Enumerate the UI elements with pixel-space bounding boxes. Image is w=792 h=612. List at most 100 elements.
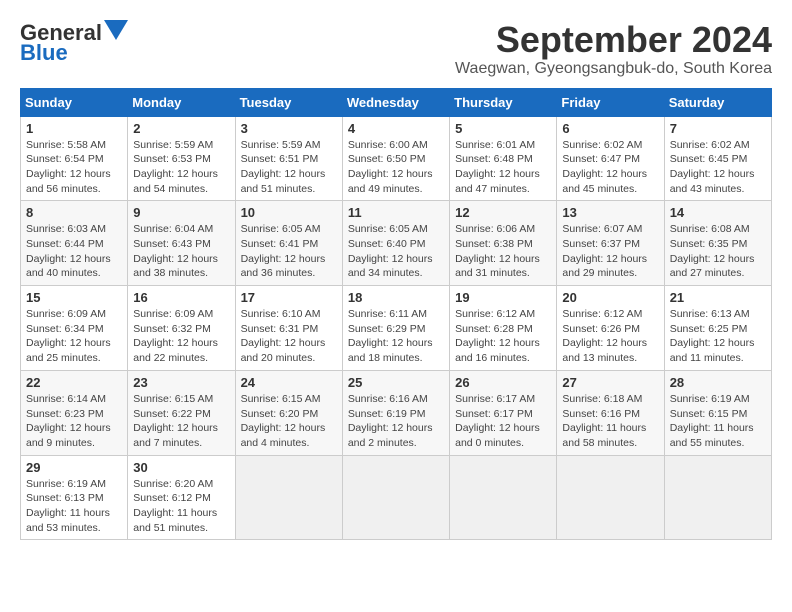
calendar-day-cell: 15Sunrise: 6:09 AM Sunset: 6:34 PM Dayli… (21, 286, 128, 371)
calendar-day-cell (557, 455, 664, 540)
day-detail: Sunrise: 6:02 AM Sunset: 6:47 PM Dayligh… (562, 138, 658, 197)
page-subtitle: Waegwan, Gyeongsangbuk-do, South Korea (455, 60, 772, 78)
day-detail: Sunrise: 5:59 AM Sunset: 6:53 PM Dayligh… (133, 138, 229, 197)
day-number: 20 (562, 290, 658, 305)
calendar-day-cell: 29 Sunrise: 6:19 AM Sunset: 6:13 PM Dayli… (21, 455, 128, 540)
calendar-week-row: 1 Sunrise: 5:58 AM Sunset: 6:54 PM Daylig… (21, 116, 772, 201)
calendar-header-friday: Friday (557, 88, 664, 116)
calendar-header-thursday: Thursday (450, 88, 557, 116)
day-number: 10 (241, 205, 337, 220)
calendar-header-tuesday: Tuesday (235, 88, 342, 116)
day-detail: Sunrise: 5:59 AM Sunset: 6:51 PM Dayligh… (241, 138, 337, 197)
calendar-day-cell: 26Sunrise: 6:17 AM Sunset: 6:17 PM Dayli… (450, 370, 557, 455)
day-detail: Sunrise: 6:04 AM Sunset: 6:43 PM Dayligh… (133, 222, 229, 281)
day-number: 14 (670, 205, 766, 220)
calendar-day-cell: 1 Sunrise: 5:58 AM Sunset: 6:54 PM Daylig… (21, 116, 128, 201)
calendar-day-cell: 16Sunrise: 6:09 AM Sunset: 6:32 PM Dayli… (128, 286, 235, 371)
day-detail: Sunrise: 6:03 AM Sunset: 6:44 PM Dayligh… (26, 222, 122, 281)
day-detail: Sunrise: 6:11 AM Sunset: 6:29 PM Dayligh… (348, 307, 444, 366)
calendar-day-cell (664, 455, 771, 540)
day-number: 12 (455, 205, 551, 220)
calendar-day-cell (450, 455, 557, 540)
logo-arrow-icon (104, 20, 128, 40)
calendar-header-row: SundayMondayTuesdayWednesdayThursdayFrid… (21, 88, 772, 116)
day-detail: Sunrise: 6:00 AM Sunset: 6:50 PM Dayligh… (348, 138, 444, 197)
day-detail: Sunrise: 6:19 AM Sunset: 6:13 PM Dayligh… (26, 477, 122, 536)
calendar-week-row: 29 Sunrise: 6:19 AM Sunset: 6:13 PM Dayli… (21, 455, 772, 540)
day-number: 11 (348, 205, 444, 220)
day-detail: Sunrise: 6:05 AM Sunset: 6:41 PM Dayligh… (241, 222, 337, 281)
day-detail: Sunrise: 6:07 AM Sunset: 6:37 PM Dayligh… (562, 222, 658, 281)
calendar-day-cell (342, 455, 449, 540)
day-number: 30 (133, 460, 229, 475)
calendar-header-monday: Monday (128, 88, 235, 116)
calendar-day-cell: 21 Sunrise: 6:13 AM Sunset: 6:25 PM Dayli… (664, 286, 771, 371)
title-block: September 2024 Waegwan, Gyeongsangbuk-do… (455, 20, 772, 78)
calendar-day-cell: 18 Sunrise: 6:11 AM Sunset: 6:29 PM Dayli… (342, 286, 449, 371)
day-detail: Sunrise: 6:15 AM Sunset: 6:22 PM Dayligh… (133, 392, 229, 451)
day-number: 21 (670, 290, 766, 305)
calendar-day-cell: 30 Sunrise: 6:20 AM Sunset: 6:12 PM Dayli… (128, 455, 235, 540)
calendar-day-cell: 25 Sunrise: 6:16 AM Sunset: 6:19 PM Dayli… (342, 370, 449, 455)
day-number: 13 (562, 205, 658, 220)
day-number: 2 (133, 121, 229, 136)
day-detail: Sunrise: 6:16 AM Sunset: 6:19 PM Dayligh… (348, 392, 444, 451)
calendar-day-cell: 11 Sunrise: 6:05 AM Sunset: 6:40 PM Dayli… (342, 201, 449, 286)
calendar-header-wednesday: Wednesday (342, 88, 449, 116)
calendar-day-cell: 12 Sunrise: 6:06 AM Sunset: 6:38 PM Dayli… (450, 201, 557, 286)
calendar-day-cell: 24Sunrise: 6:15 AM Sunset: 6:20 PM Dayli… (235, 370, 342, 455)
day-detail: Sunrise: 6:19 AM Sunset: 6:15 PM Dayligh… (670, 392, 766, 451)
calendar-table: SundayMondayTuesdayWednesdayThursdayFrid… (20, 88, 772, 541)
day-detail: Sunrise: 6:20 AM Sunset: 6:12 PM Dayligh… (133, 477, 229, 536)
page-title: September 2024 (455, 20, 772, 60)
day-detail: Sunrise: 6:15 AM Sunset: 6:20 PM Dayligh… (241, 392, 337, 451)
calendar-day-cell: 10 Sunrise: 6:05 AM Sunset: 6:41 PM Dayli… (235, 201, 342, 286)
day-detail: Sunrise: 6:12 AM Sunset: 6:26 PM Dayligh… (562, 307, 658, 366)
calendar-day-cell: 4 Sunrise: 6:00 AM Sunset: 6:50 PM Daylig… (342, 116, 449, 201)
calendar-day-cell: 9 Sunrise: 6:04 AM Sunset: 6:43 PM Daylig… (128, 201, 235, 286)
calendar-day-cell: 13 Sunrise: 6:07 AM Sunset: 6:37 PM Dayli… (557, 201, 664, 286)
calendar-day-cell: 6 Sunrise: 6:02 AM Sunset: 6:47 PM Daylig… (557, 116, 664, 201)
day-number: 6 (562, 121, 658, 136)
day-number: 16 (133, 290, 229, 305)
day-number: 22 (26, 375, 122, 390)
calendar-day-cell: 22 Sunrise: 6:14 AM Sunset: 6:23 PM Dayli… (21, 370, 128, 455)
calendar-day-cell: 2 Sunrise: 5:59 AM Sunset: 6:53 PM Daylig… (128, 116, 235, 201)
day-number: 18 (348, 290, 444, 305)
calendar-week-row: 15Sunrise: 6:09 AM Sunset: 6:34 PM Dayli… (21, 286, 772, 371)
day-number: 25 (348, 375, 444, 390)
calendar-header-saturday: Saturday (664, 88, 771, 116)
day-detail: Sunrise: 6:14 AM Sunset: 6:23 PM Dayligh… (26, 392, 122, 451)
calendar-day-cell: 3 Sunrise: 5:59 AM Sunset: 6:51 PM Daylig… (235, 116, 342, 201)
calendar-day-cell: 23Sunrise: 6:15 AM Sunset: 6:22 PM Dayli… (128, 370, 235, 455)
day-number: 1 (26, 121, 122, 136)
calendar-week-row: 22 Sunrise: 6:14 AM Sunset: 6:23 PM Dayli… (21, 370, 772, 455)
calendar-day-cell: 7Sunrise: 6:02 AM Sunset: 6:45 PM Daylig… (664, 116, 771, 201)
day-number: 9 (133, 205, 229, 220)
day-number: 4 (348, 121, 444, 136)
calendar-day-cell: 5Sunrise: 6:01 AM Sunset: 6:48 PM Daylig… (450, 116, 557, 201)
day-number: 15 (26, 290, 122, 305)
logo-blue: Blue (20, 40, 68, 66)
day-number: 29 (26, 460, 122, 475)
day-detail: Sunrise: 5:58 AM Sunset: 6:54 PM Dayligh… (26, 138, 122, 197)
day-detail: Sunrise: 6:08 AM Sunset: 6:35 PM Dayligh… (670, 222, 766, 281)
calendar-day-cell: 14 Sunrise: 6:08 AM Sunset: 6:35 PM Dayli… (664, 201, 771, 286)
day-number: 5 (455, 121, 551, 136)
calendar-week-row: 8Sunrise: 6:03 AM Sunset: 6:44 PM Daylig… (21, 201, 772, 286)
calendar-header-sunday: Sunday (21, 88, 128, 116)
day-number: 19 (455, 290, 551, 305)
page-header: General Blue September 2024 Waegwan, Gye… (20, 20, 772, 78)
day-detail: Sunrise: 6:13 AM Sunset: 6:25 PM Dayligh… (670, 307, 766, 366)
day-detail: Sunrise: 6:05 AM Sunset: 6:40 PM Dayligh… (348, 222, 444, 281)
calendar-day-cell (235, 455, 342, 540)
day-number: 3 (241, 121, 337, 136)
day-number: 27 (562, 375, 658, 390)
day-detail: Sunrise: 6:02 AM Sunset: 6:45 PM Dayligh… (670, 138, 766, 197)
day-number: 26 (455, 375, 551, 390)
day-number: 17 (241, 290, 337, 305)
calendar-day-cell: 8Sunrise: 6:03 AM Sunset: 6:44 PM Daylig… (21, 201, 128, 286)
day-detail: Sunrise: 6:18 AM Sunset: 6:16 PM Dayligh… (562, 392, 658, 451)
day-detail: Sunrise: 6:12 AM Sunset: 6:28 PM Dayligh… (455, 307, 551, 366)
day-detail: Sunrise: 6:06 AM Sunset: 6:38 PM Dayligh… (455, 222, 551, 281)
